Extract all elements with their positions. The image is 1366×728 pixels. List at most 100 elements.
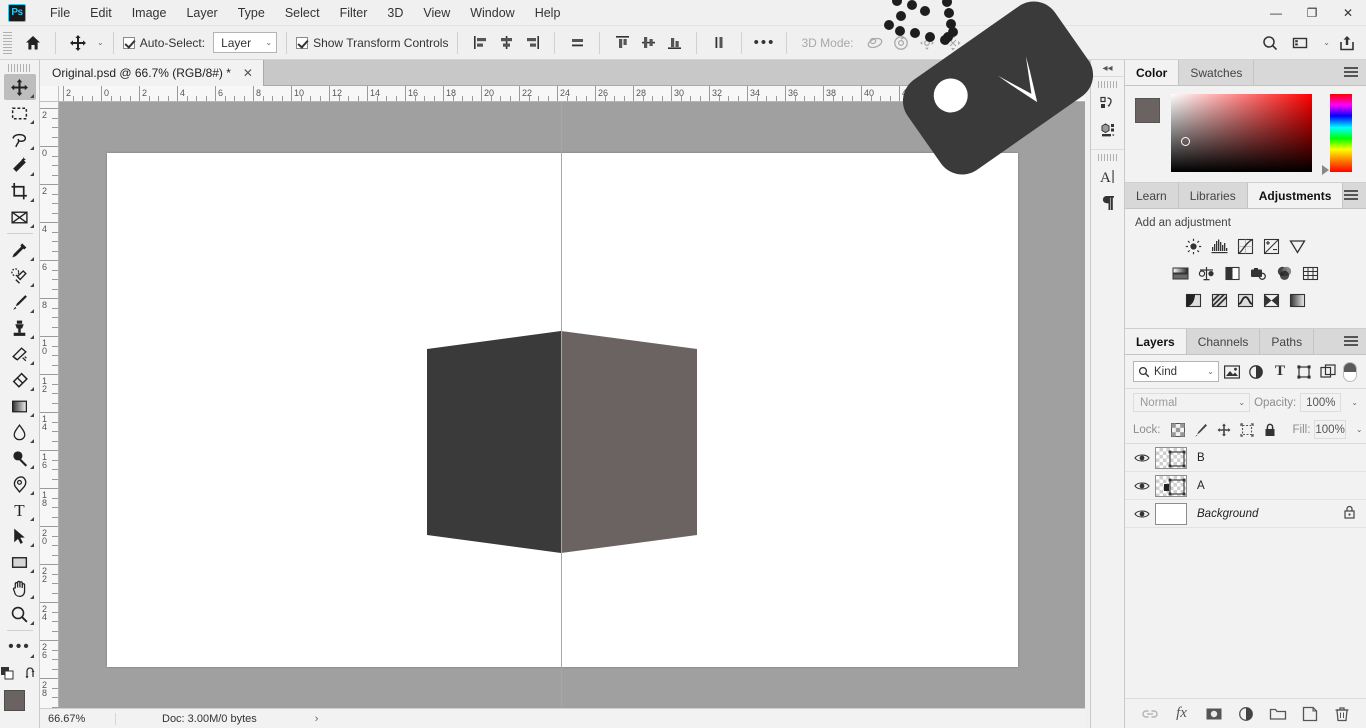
zoom-tool[interactable] <box>4 601 36 627</box>
layer-visibility-icon[interactable] <box>1129 508 1155 520</box>
layer-thumbnail[interactable] <box>1155 474 1187 497</box>
menu-file[interactable]: File <box>40 2 80 24</box>
orbit-3d-icon[interactable] <box>862 30 888 56</box>
tab-libraries[interactable]: Libraries <box>1178 183 1248 208</box>
eyedropper-tool[interactable] <box>4 237 36 263</box>
tab-learn[interactable]: Learn <box>1125 183 1179 208</box>
align-vertical-centers-icon[interactable] <box>635 30 661 56</box>
more-options-icon[interactable]: ••• <box>751 30 777 56</box>
canvas-area[interactable] <box>59 102 1085 708</box>
clone-stamp-tool[interactable] <box>4 315 36 341</box>
close-icon[interactable]: ✕ <box>243 66 253 80</box>
spot-healing-brush-tool[interactable] <box>4 263 36 289</box>
lasso-tool[interactable] <box>4 126 36 152</box>
search-icon[interactable] <box>1257 30 1283 56</box>
link-layers-icon[interactable] <box>1141 705 1159 723</box>
history-brush-tool[interactable] <box>4 341 36 367</box>
color-picker-field[interactable] <box>1171 94 1312 172</box>
tab-paths[interactable]: Paths <box>1260 329 1315 354</box>
rectangle-tool[interactable] <box>4 549 36 575</box>
menu-type[interactable]: Type <box>228 2 275 24</box>
artboard[interactable] <box>107 153 1018 667</box>
tools-panel-grip[interactable] <box>7 64 32 72</box>
slide-3d-icon[interactable] <box>940 30 966 56</box>
swap-colors-icon[interactable] <box>25 666 39 684</box>
brightness-contrast-icon[interactable] <box>1185 237 1203 255</box>
filter-type-icon[interactable]: T <box>1269 361 1291 382</box>
rectangular-marquee-tool[interactable] <box>4 100 36 126</box>
filter-shape-icon[interactable] <box>1293 361 1315 382</box>
align-left-edges-icon[interactable] <box>467 30 493 56</box>
menu-image[interactable]: Image <box>122 2 177 24</box>
panel-menu-icon[interactable] <box>1344 336 1358 348</box>
invert-icon[interactable] <box>1185 291 1203 309</box>
hue-slider[interactable] <box>1330 94 1352 172</box>
color-lookup-icon[interactable] <box>1302 264 1320 282</box>
layer-visibility-icon[interactable] <box>1129 480 1155 492</box>
align-right-edges-icon[interactable] <box>519 30 545 56</box>
menu-select[interactable]: Select <box>275 2 330 24</box>
color-balance-icon[interactable] <box>1198 264 1216 282</box>
distribute-horizontally-icon[interactable] <box>564 30 590 56</box>
workspace-icon[interactable] <box>1287 30 1313 56</box>
status-expand-icon[interactable]: › <box>315 713 319 725</box>
type-tool[interactable]: T <box>4 497 36 523</box>
lock-all-icon[interactable] <box>1263 423 1277 437</box>
menu-layer[interactable]: Layer <box>176 2 227 24</box>
vibrance-icon[interactable] <box>1289 237 1307 255</box>
layer-mask-icon[interactable] <box>1205 705 1223 723</box>
tab-color[interactable]: Color <box>1125 60 1180 85</box>
home-icon[interactable] <box>20 30 46 56</box>
gradient-map-icon[interactable] <box>1289 291 1307 309</box>
table-row[interactable]: A <box>1125 472 1366 500</box>
tab-adjustments[interactable]: Adjustments <box>1247 183 1344 208</box>
layer-name[interactable]: Background <box>1197 508 1258 520</box>
color-picker-cursor[interactable] <box>1181 137 1190 146</box>
delete-layer-icon[interactable] <box>1333 705 1351 723</box>
distribute-vertically-icon[interactable] <box>706 30 732 56</box>
filter-smart-object-icon[interactable] <box>1317 361 1339 382</box>
align-horizontal-centers-icon[interactable] <box>493 30 519 56</box>
layer-name[interactable]: B <box>1197 452 1205 464</box>
color-foreground-swatch[interactable] <box>1135 98 1160 123</box>
new-layer-icon[interactable] <box>1301 705 1319 723</box>
filter-adjustment-icon[interactable] <box>1245 361 1267 382</box>
blend-mode-dropdown[interactable]: Normal ⌄ <box>1133 393 1251 412</box>
tab-swatches[interactable]: Swatches <box>1179 60 1255 85</box>
options-bar-grip[interactable] <box>3 31 12 54</box>
zoom-level[interactable]: 66.67% <box>40 712 116 725</box>
layer-thumbnail[interactable] <box>1155 502 1187 525</box>
auto-select-checkbox[interactable] <box>122 36 135 49</box>
frame-tool[interactable] <box>4 204 36 230</box>
hand-tool[interactable] <box>4 575 36 601</box>
lock-image-pixels-icon[interactable] <box>1194 423 1208 437</box>
filter-pixel-icon[interactable] <box>1221 361 1243 382</box>
tab-layers[interactable]: Layers <box>1125 329 1187 354</box>
history-icon[interactable] <box>1095 92 1121 116</box>
zoom-3d-camera-icon[interactable] <box>966 30 992 56</box>
align-top-edges-icon[interactable] <box>609 30 635 56</box>
selective-color-icon[interactable] <box>1263 291 1281 309</box>
ruler-origin-corner[interactable] <box>40 86 59 102</box>
lock-position-icon[interactable] <box>1217 423 1231 437</box>
default-colors-icon[interactable] <box>0 666 15 684</box>
new-group-icon[interactable] <box>1269 705 1287 723</box>
actions-icon[interactable] <box>1095 118 1121 142</box>
table-row[interactable]: B <box>1125 444 1366 472</box>
opacity-value[interactable]: 100% <box>1300 393 1342 412</box>
table-row[interactable]: Background <box>1125 500 1366 528</box>
hue-slider-marker[interactable] <box>1322 165 1329 175</box>
menu-filter[interactable]: Filter <box>330 2 378 24</box>
fill-value[interactable]: 100% <box>1314 420 1346 439</box>
menu-help[interactable]: Help <box>525 2 571 24</box>
new-fill-adjustment-icon[interactable] <box>1237 705 1255 723</box>
layer-name[interactable]: A <box>1197 480 1205 492</box>
menu-edit[interactable]: Edit <box>80 2 122 24</box>
threshold-icon[interactable] <box>1237 291 1255 309</box>
brush-tool[interactable] <box>4 289 36 315</box>
filter-enable-toggle[interactable] <box>1343 361 1357 382</box>
paragraph-icon[interactable] <box>1095 191 1121 215</box>
show-transform-controls-checkbox[interactable] <box>296 36 309 49</box>
character-icon[interactable]: A <box>1095 165 1121 189</box>
panel-menu-icon[interactable] <box>1344 190 1358 202</box>
